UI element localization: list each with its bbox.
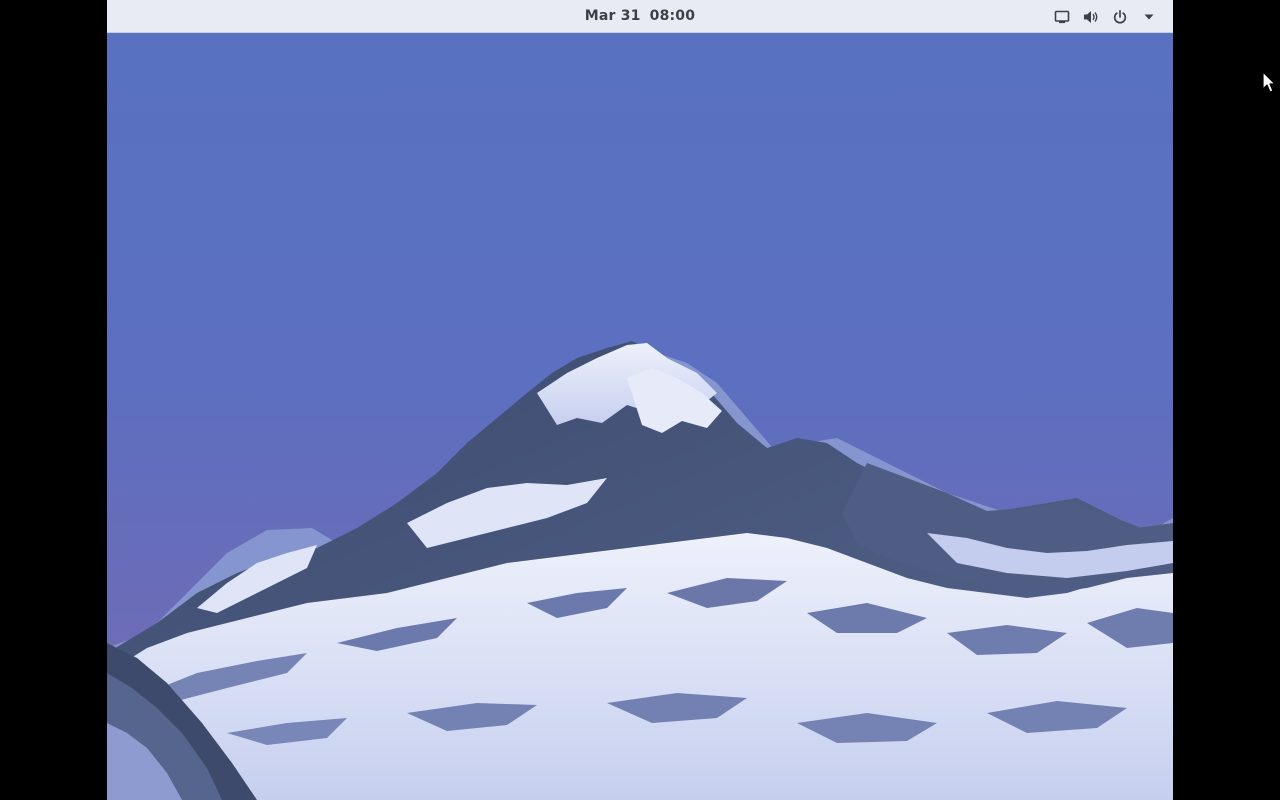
desktop-screen: Mar 31 08:00	[107, 0, 1173, 800]
clock-time: 08:00	[649, 8, 696, 24]
top-panel: Mar 31 08:00	[107, 0, 1173, 33]
desktop-wallpaper	[107, 33, 1173, 800]
display-icon[interactable]	[1052, 7, 1072, 27]
volume-icon[interactable]	[1081, 7, 1101, 27]
power-icon[interactable]	[1110, 7, 1130, 27]
mouse-pointer-icon	[1262, 71, 1276, 93]
system-tray[interactable]	[1043, 0, 1159, 33]
clock-button[interactable]: Mar 31 08:00	[107, 0, 1173, 33]
chevron-down-icon[interactable]	[1139, 7, 1159, 27]
clock-date: Mar 31	[584, 8, 641, 24]
